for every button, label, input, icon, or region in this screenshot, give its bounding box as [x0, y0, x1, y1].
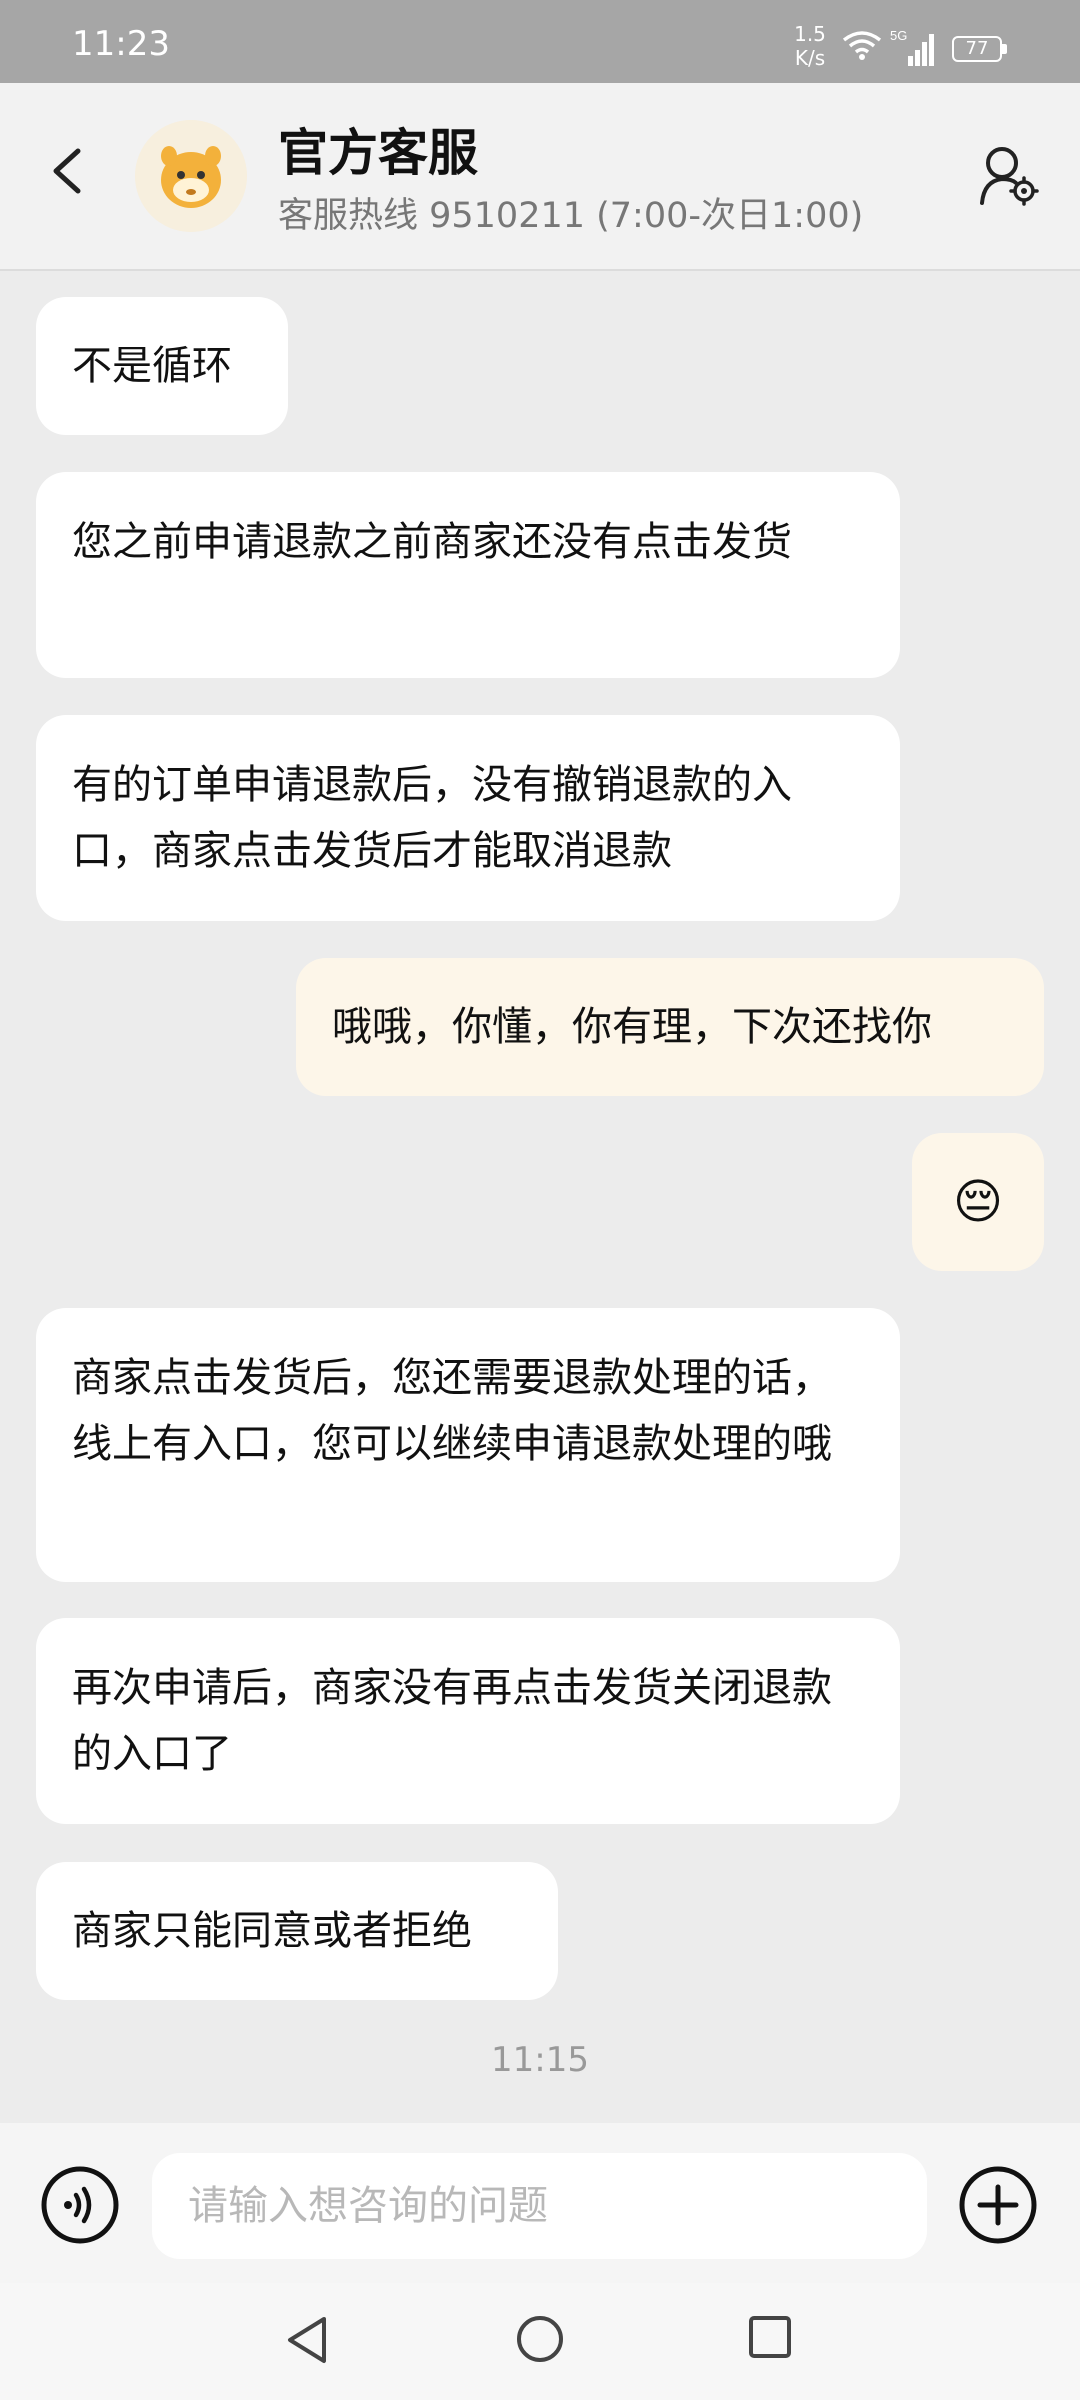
wifi-icon	[842, 31, 882, 60]
message-input[interactable]	[152, 2153, 927, 2259]
message-text: 商家点击发货后，您还需要退款处理的话，线上有入口，您可以继续申请退款处理的哦	[72, 1355, 832, 1467]
voice-wave-icon[interactable]	[40, 2165, 120, 2245]
message-bubble: 您之前申请退款之前商家还没有点击发货	[36, 472, 900, 678]
network-type: 5G	[890, 28, 907, 43]
message-text: 您之前申请退款之前商家还没有点击发货	[72, 519, 792, 565]
nav-home-icon[interactable]	[514, 2313, 566, 2365]
net-speed-unit: K/s	[794, 46, 826, 70]
message-bubble-user: 哦哦，你懂，你有理，下次还找你	[296, 958, 1044, 1096]
message-bubble: 再次申请后，商家没有再点击发货关闭退款的入口了	[36, 1618, 900, 1824]
net-speed: 1.5 K/s	[790, 22, 830, 70]
message-text: 再次申请后，商家没有再点击发货关闭退款的入口了	[72, 1665, 832, 1777]
message-text: 商家只能同意或者拒绝	[72, 1908, 472, 1954]
status-bar: 11:23 1.5 K/s 5G 77	[0, 0, 1080, 83]
hotline-info: 客服热线 9510211 (7:00-次日1:00)	[278, 196, 864, 236]
status-time: 11:23	[72, 24, 170, 64]
sad-face-emoji: 😔	[952, 1174, 1004, 1230]
message-bubble-user: 😔	[912, 1133, 1044, 1271]
user-gear-icon[interactable]	[978, 143, 1040, 209]
battery-icon: 77	[952, 36, 1010, 64]
system-nav-bar	[0, 2283, 1080, 2400]
back-button[interactable]	[40, 141, 100, 201]
avatar[interactable]	[135, 120, 247, 232]
message-bubble: 有的订单申请退款后，没有撤销退款的入口，商家点击发货后才能取消退款	[36, 715, 900, 921]
message-timestamp: 11:15	[491, 2040, 589, 2080]
battery-level: 77	[965, 38, 989, 59]
message-text: 哦哦，你懂，你有理，下次还找你	[332, 1004, 932, 1050]
net-speed-value: 1.5	[794, 22, 826, 46]
chat-title: 官方客服	[278, 124, 478, 182]
message-text: 不是循环	[72, 343, 232, 389]
message-bubble: 不是循环	[36, 297, 288, 435]
message-text: 有的订单申请退款后，没有撤销退款的入口，商家点击发货后才能取消退款	[72, 762, 792, 874]
message-bubble: 商家点击发货后，您还需要退款处理的话，线上有入口，您可以继续申请退款处理的哦	[36, 1308, 900, 1582]
message-bubble: 商家只能同意或者拒绝	[36, 1862, 558, 2000]
signal-icon: 5G	[890, 28, 934, 66]
input-bar	[0, 2123, 1080, 2283]
plus-circle-icon[interactable]	[958, 2165, 1038, 2245]
chat-header: 官方客服 客服热线 9510211 (7:00-次日1:00)	[0, 83, 1080, 271]
nav-recents-icon[interactable]	[746, 2313, 794, 2361]
nav-back-icon[interactable]	[282, 2313, 332, 2367]
mascot-icon	[135, 120, 247, 232]
